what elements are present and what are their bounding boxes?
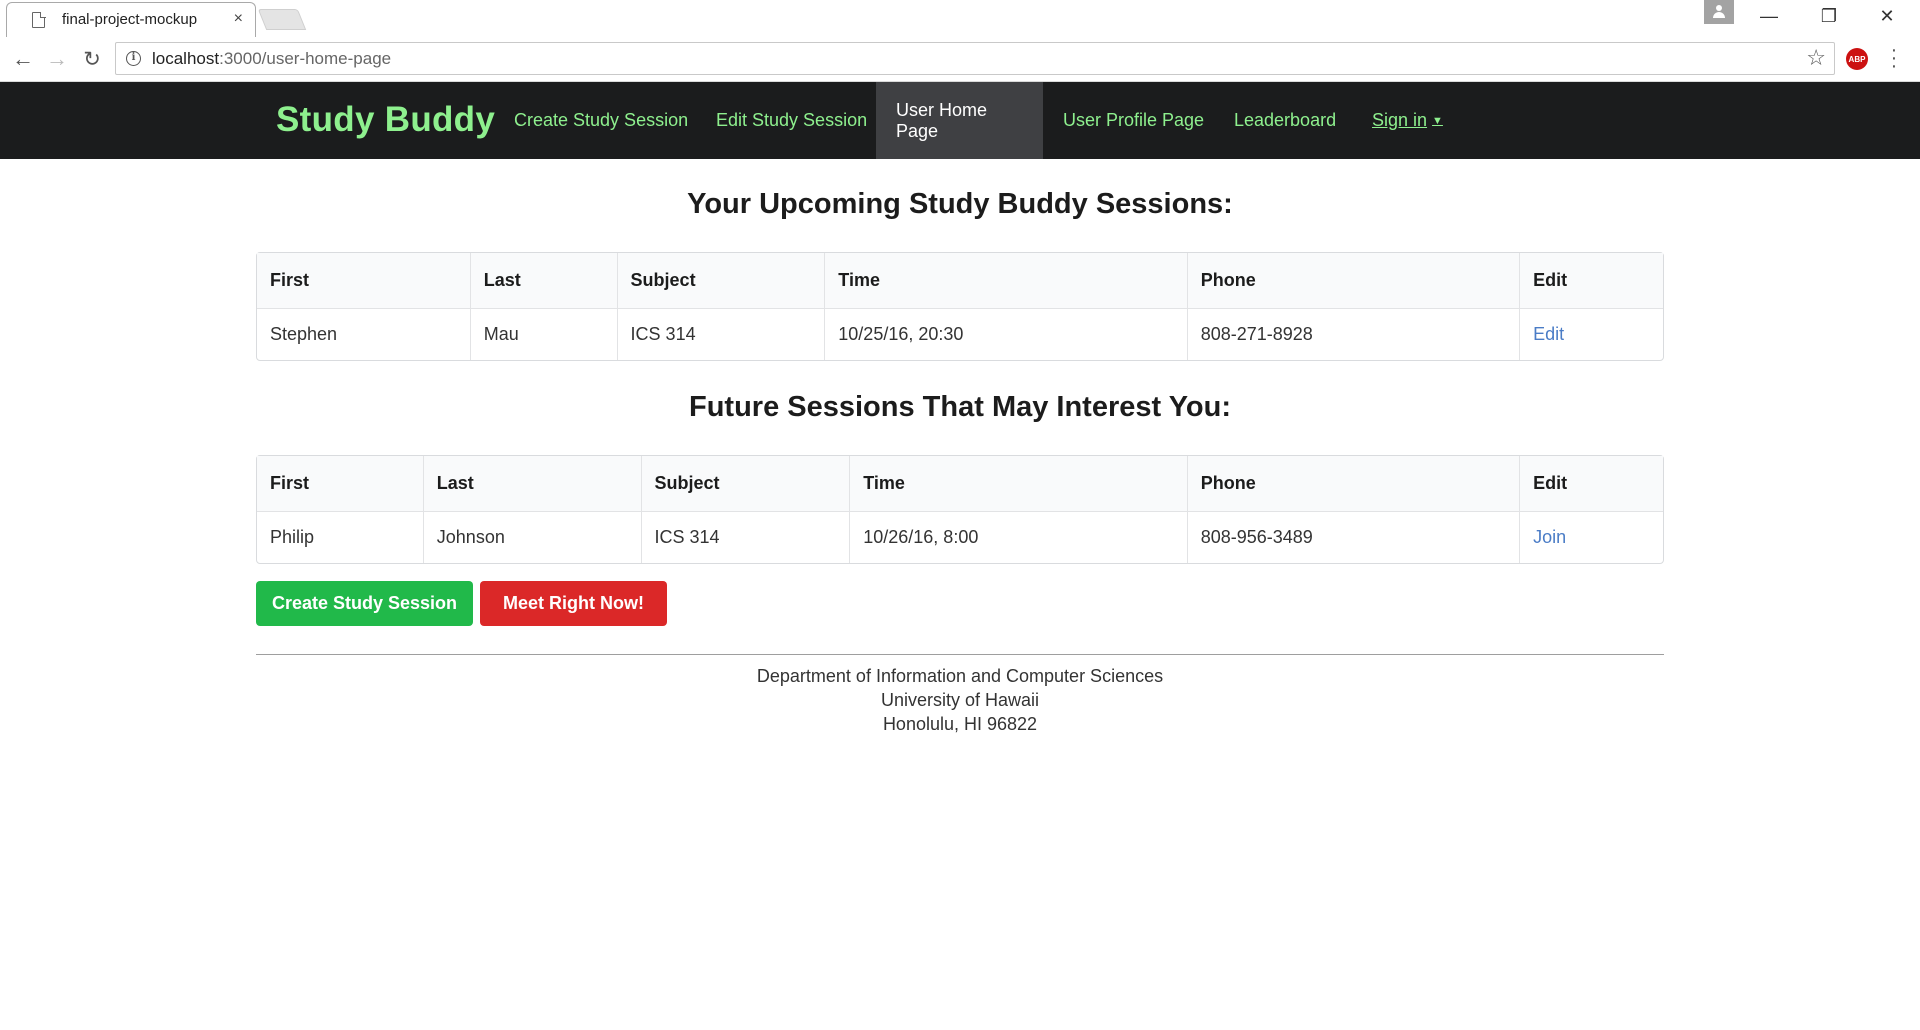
footer-university: University of Hawaii [880,690,1040,710]
column-header: Edit [1520,253,1663,309]
browser-toolbar: ← → ↻ i localhost:3000/user-home-page ☆ … [0,37,1920,82]
cell-subject: ICS 314 [618,309,826,360]
site-navbar: Study Buddy Create Study Session Edit St… [0,82,1920,159]
cell-action: Edit [1520,309,1663,360]
table-header-row: First Last Subject Time Phone Edit [257,253,1663,309]
cell-time: 10/25/16, 20:30 [825,309,1188,360]
forward-arrow-icon[interactable]: → [42,44,72,74]
adblock-icon[interactable]: ABP [1846,48,1868,70]
browser-tab-strip: final-project-mockup × — ❐ ✕ [0,0,1920,37]
nav-create-study-session[interactable]: Create Study Session [494,82,708,159]
nav-sign-in-dropdown[interactable]: Sign in ▼ [1352,82,1463,159]
cell-time: 10/26/16, 8:00 [850,512,1188,563]
column-header: Last [423,456,642,512]
column-header: First [257,253,471,309]
column-header: Subject [617,253,826,309]
footer: Department of Information and Computer S… [0,664,1920,736]
column-header: Time [825,253,1188,309]
page-icon [32,11,46,28]
join-session-link[interactable]: Join [1533,527,1566,547]
minimize-button[interactable]: — [1740,0,1798,32]
table-row: Stephen Mau ICS 314 10/25/16, 20:30 808-… [257,309,1663,360]
tab-close-icon[interactable]: × [234,10,243,28]
column-header: Edit [1520,456,1663,512]
url-text[interactable]: localhost:3000/user-home-page [152,49,391,69]
future-sessions-title: Future Sessions That May Interest You: [689,391,1231,423]
browser-menu-icon[interactable]: · · · [1890,40,1898,76]
column-header: Phone [1187,456,1521,512]
profile-icon[interactable] [1704,0,1734,24]
caret-down-icon: ▼ [1432,114,1443,127]
table-header-row: First Last Subject Time Phone Edit [257,456,1663,512]
footer-department: Department of Information and Computer S… [756,666,1164,686]
back-arrow-icon[interactable]: ← [8,44,38,74]
nav-edit-study-session[interactable]: Edit Study Session [696,82,887,159]
cell-first: Philip [257,512,424,563]
column-header: Time [850,456,1188,512]
restore-button[interactable]: ❐ [1800,0,1858,32]
cell-subject: ICS 314 [642,512,851,563]
table-row: Philip Johnson ICS 314 10/26/16, 8:00 80… [257,512,1663,563]
cell-last: Mau [471,309,618,360]
meet-right-now-button[interactable]: Meet Right Now! [480,581,667,626]
cell-phone: 808-956-3489 [1188,512,1521,563]
cell-last: Johnson [424,512,642,563]
column-header: First [257,456,424,512]
create-study-session-button[interactable]: Create Study Session [256,581,473,626]
column-header: Subject [641,456,851,512]
close-window-button[interactable]: ✕ [1858,0,1916,32]
column-header: Last [470,253,618,309]
cell-first: Stephen [257,309,471,360]
footer-divider [256,654,1664,655]
column-header: Phone [1187,253,1521,309]
nav-user-home-page[interactable]: User Home Page [876,82,1043,159]
nav-user-profile-page[interactable]: User Profile Page [1043,82,1224,159]
tab-title: final-project-mockup [62,11,198,28]
cell-action: Join [1520,512,1663,563]
address-bar[interactable]: i localhost:3000/user-home-page ☆ [115,42,1835,75]
info-icon[interactable]: i [126,51,141,66]
edit-session-link[interactable]: Edit [1533,324,1564,344]
url-host: localhost [152,49,220,68]
url-path: :3000/user-home-page [219,49,392,68]
sign-in-label: Sign in [1372,110,1428,130]
new-tab-button[interactable] [257,9,307,30]
brand-logo[interactable]: Study Buddy [276,100,495,140]
reload-icon[interactable]: ↻ [77,44,107,74]
upcoming-sessions-title: Your Upcoming Study Buddy Sessions: [687,188,1233,220]
cell-phone: 808-271-8928 [1188,309,1521,360]
future-sessions-table: First Last Subject Time Phone Edit Phili… [256,455,1664,564]
browser-tab[interactable]: final-project-mockup × [6,2,256,37]
bookmark-star-icon[interactable]: ☆ [1806,45,1826,71]
upcoming-sessions-table: First Last Subject Time Phone Edit Steph… [256,252,1664,361]
footer-address: Honolulu, HI 96822 [882,714,1038,734]
nav-leaderboard[interactable]: Leaderboard [1214,82,1356,159]
